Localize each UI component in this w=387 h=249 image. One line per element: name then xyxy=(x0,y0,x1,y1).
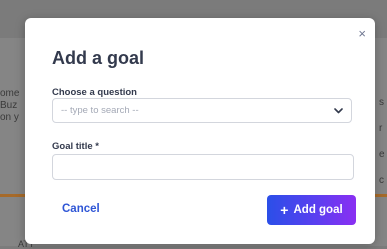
close-icon[interactable]: × xyxy=(358,27,366,40)
add-goal-button[interactable]: + Add goal xyxy=(267,195,356,225)
add-goal-dialog: × Add a goal Choose a question -- type t… xyxy=(25,18,375,244)
question-select[interactable]: -- type to search -- xyxy=(52,98,352,123)
question-placeholder: -- type to search -- xyxy=(61,105,139,116)
background-left-text: ome Buz on y xyxy=(0,88,20,123)
goal-title-label: Goal title * xyxy=(52,141,99,152)
chevron-down-icon[interactable] xyxy=(333,106,343,116)
goal-title-input[interactable] xyxy=(52,154,354,180)
add-goal-label: Add goal xyxy=(293,204,343,216)
question-label: Choose a question xyxy=(52,87,137,98)
background-right-text: s r e c xyxy=(379,97,385,186)
plus-icon: + xyxy=(280,202,289,218)
dialog-title: Add a goal xyxy=(52,48,145,68)
cancel-button[interactable]: Cancel xyxy=(62,203,100,215)
